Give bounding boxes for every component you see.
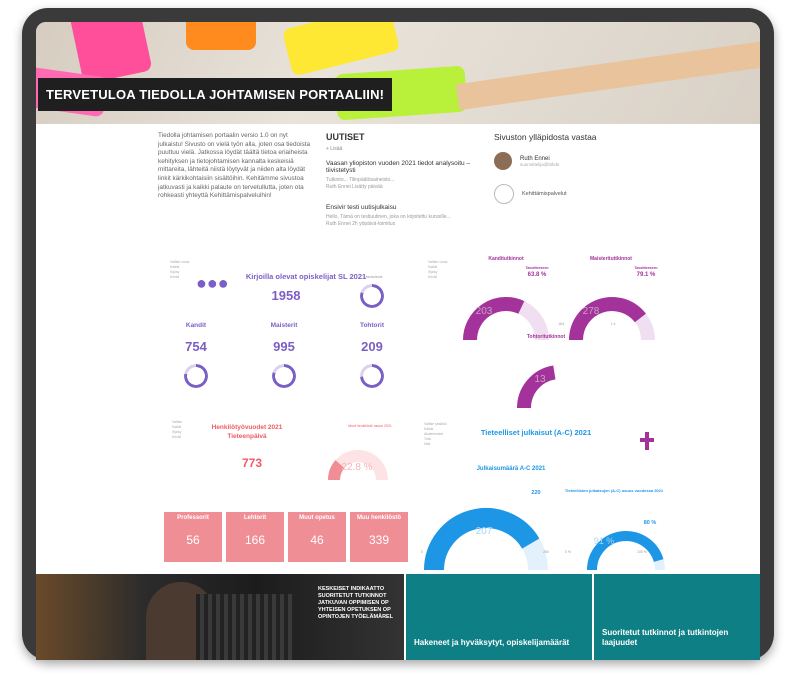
gauge-value: 278 <box>582 306 600 317</box>
person-card[interactable]: Kehittämispalvelut <box>494 184 694 204</box>
gauge-target: 220 <box>531 490 541 496</box>
person-card[interactable]: Ruth Ennei suunnittelija@lähde <box>494 152 694 170</box>
unit-slicer[interactable]: Valitse Kaikki Syksy Kevät <box>172 420 182 440</box>
tile-value: 46 <box>310 533 324 547</box>
gauge-title: Maisterituttkinnot <box>590 256 632 262</box>
year-slicer[interactable]: Valitse vuosi Kaikki Syksy Kevät <box>170 260 189 280</box>
indicator-text: KESKEISET INDIKAATTO SUORITETUT TUTKINNO… <box>318 586 393 621</box>
staff-subtitle: Tieteenpäivä <box>227 433 267 440</box>
gauge-pct: 63.8 % <box>527 272 547 278</box>
tile-label: Lehtorit <box>243 515 267 521</box>
indicator-line: OPINTOJEN TYÖELÄMÄREL <box>318 614 394 620</box>
intro-text: Tiedolla johtamisen portaalin versio 1.0… <box>158 132 311 200</box>
tile-value: 166 <box>244 533 266 547</box>
degrees-tile-label: Suoritetut tutkinnot ja tutkintojen laaj… <box>602 628 729 647</box>
person-role: suunnittelija@lähde <box>520 161 560 167</box>
group-label: Maisterit <box>270 322 298 329</box>
tile-label: Muu henkilöstö <box>357 515 401 521</box>
gauge-max: 1 k <box>610 322 616 326</box>
staff-tile[interactable]: Muu henkilöstö 339 <box>350 512 408 562</box>
news-item[interactable]: Ensivir testi uutisjulkaisu Hello, Tämä … <box>326 204 486 227</box>
staff-gauge-pct: 22.8 % <box>341 462 373 473</box>
group-label: Tohtorit <box>359 322 385 329</box>
avatar <box>494 152 512 170</box>
publications-gauges-svg <box>424 508 665 571</box>
slicer-option[interactable]: Kevät <box>170 275 189 280</box>
admins-section: Sivuston ylläpidosta vastaa Ruth Ennei s… <box>494 132 694 218</box>
degrees-gauges-svg <box>463 297 655 409</box>
tile-label: Professorit <box>177 515 209 521</box>
news-item-title[interactable]: Ensivir testi uutisjulkaisu <box>326 204 486 211</box>
portal-screen: TERVETULOA TIEDOLLA JOHTAMISEN PORTAALII… <box>36 22 760 660</box>
gauge-min: 0 <box>421 550 423 554</box>
staff-tile[interactable]: Lehtorit 166 <box>226 512 284 562</box>
publications-logo-icon <box>640 432 654 450</box>
gauge-pct: 79.1 % <box>636 272 656 278</box>
group-label: Kandit <box>185 322 207 329</box>
tohtorit-ring-gauge <box>360 364 384 388</box>
total-ring-gauge <box>360 284 384 308</box>
gauge-value: 13 <box>534 374 546 385</box>
tile-label: Muut opetus <box>299 515 335 521</box>
gauge-max: 250 <box>543 550 549 554</box>
news-heading: UUTISET <box>326 132 365 142</box>
maisterit-ring-gauge <box>272 364 296 388</box>
gauge-max: 100 % <box>637 550 647 554</box>
applicants-tile[interactable]: Hakeneet ja hyväksytyt, opiskelijamäärät <box>406 574 592 660</box>
indicator-line: SUORITETUT TUTKINNOT <box>318 593 387 599</box>
gauge-target: 80 % <box>643 520 657 526</box>
admins-heading: Sivuston ylläpidosta vastaa <box>494 132 597 142</box>
gauge-side-label: Tavoitteeseen <box>634 266 658 270</box>
staff-gauge-svg <box>328 450 388 481</box>
gauge-title: Kanditutkinnot <box>488 256 524 262</box>
gauge-value: 91 % <box>593 536 615 546</box>
slicer-option[interactable]: Kevät <box>172 435 182 440</box>
publications-title: Tieteelliset julkaisut (A-C) 2021 <box>480 428 592 437</box>
staff-tile[interactable]: Muut opetus 46 <box>288 512 346 562</box>
yellow-marker-image <box>281 22 401 77</box>
slicer-option[interactable]: Hall. <box>424 442 447 447</box>
group-value: 754 <box>185 339 207 354</box>
kandit-ring-gauge <box>184 364 208 388</box>
indicator-line: KESKEISET INDIKAATTO <box>318 586 385 592</box>
news-item-author: Ruth Ennei Lisätty päivää <box>326 183 383 190</box>
unit-slicer[interactable]: Valitse yksikkö Kaikki Akateemiset Tutk.… <box>424 422 447 447</box>
hero-banner: TERVETULOA TIEDOLLA JOHTAMISEN PORTAALII… <box>36 22 760 124</box>
person-name: Kehittämispalvelut <box>522 191 567 197</box>
wood-pencil-image <box>455 39 760 111</box>
gauge-value: 207 <box>475 526 493 537</box>
gauge-title: Tohtoritutkinnot <box>526 334 566 340</box>
gauge-min: 0 % <box>564 550 572 554</box>
staff-title: Henkilötyövuodet 2021 <box>211 424 283 431</box>
news-item[interactable]: Vaasan yliopiston vuoden 2021 tiedot ana… <box>326 160 486 190</box>
orange-marker-image <box>186 22 256 50</box>
gauge-min: 164 <box>558 322 564 326</box>
bottom-row: KESKEISET INDIKAATTO SUORITETUT TUTKINNO… <box>36 574 760 660</box>
indicator-line: YHTEISEN OPETUKSEN OP <box>318 607 391 613</box>
indicator-line: JATKUVAN OPPIMISEN OP <box>318 600 389 606</box>
news-add-link[interactable]: + Lisää <box>326 146 486 152</box>
news-item-title[interactable]: Vaasan yliopiston vuoden 2021 tiedot ana… <box>326 160 486 174</box>
degrees-tile[interactable]: Suoritetut tutkinnot ja tutkintojen laaj… <box>594 574 760 660</box>
tile-value: 56 <box>186 533 200 547</box>
gauge-side-label: Tavoitteeseen <box>525 266 549 270</box>
people-icon: ●●● <box>196 273 229 293</box>
students-total: 1958 <box>271 288 301 303</box>
group-value: 995 <box>273 339 295 354</box>
applicants-tile-label: Hakeneet ja hyväksytyt, opiskelijamäärät <box>414 638 570 647</box>
group-value: 209 <box>361 339 383 354</box>
accordion-image <box>196 594 296 660</box>
avatar <box>494 184 514 204</box>
musician-photo[interactable]: KESKEISET INDIKAATTO SUORITETUT TUTKINNO… <box>36 574 404 660</box>
news-item-author: Ruth Ennei 2h yöpäivä-toimitus <box>326 220 396 227</box>
hero-title: TERVETULOA TIEDOLLA JOHTAMISEN PORTAALII… <box>38 78 393 111</box>
gauge-title: Julkaisumäärä A-C 2021 <box>476 466 546 472</box>
gauge-value: 203 <box>475 306 493 317</box>
tile-value: 339 <box>368 533 390 547</box>
ring-label: Läsnäolevat <box>363 275 383 279</box>
staff-tile[interactable]: Professorit 56 <box>164 512 222 562</box>
news-section: UUTISET + Lisää Vaasan yliopiston vuoden… <box>326 132 486 227</box>
staff-value: 773 <box>241 456 263 470</box>
